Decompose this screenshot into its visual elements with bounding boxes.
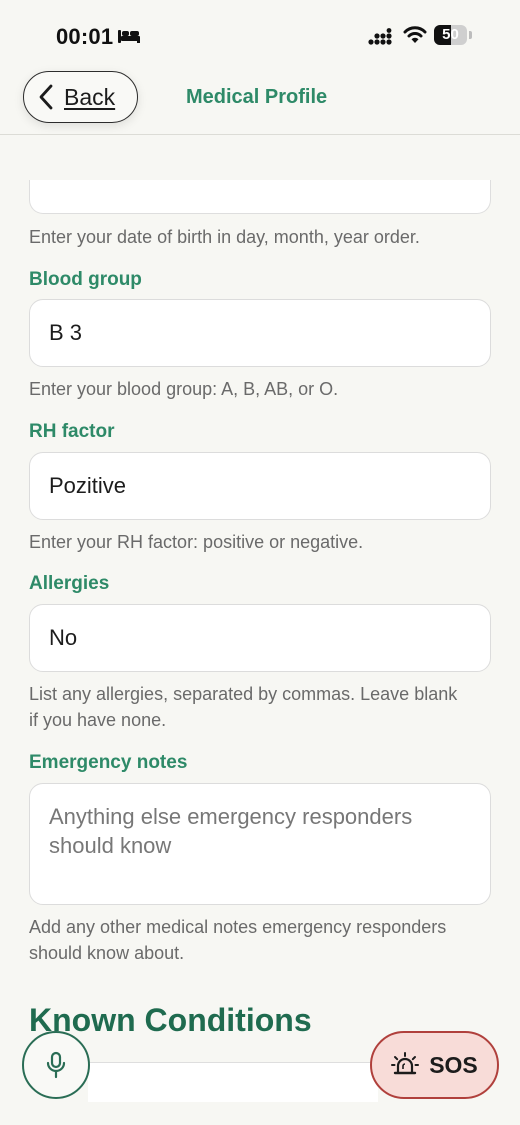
battery-level: 50: [442, 26, 459, 43]
emergency-notes-placeholder: Anything else emergency responders shoul…: [49, 804, 413, 858]
sos-button[interactable]: SOS: [370, 1031, 499, 1099]
rh-factor-label: RH factor: [29, 421, 115, 442]
battery-icon: 50: [434, 25, 472, 45]
blood-group-value: B 3: [49, 320, 83, 345]
rh-factor-help-text: Enter your RH factor: positive or negati…: [29, 532, 364, 552]
dob-help-text: Enter your date of birth in day, month, …: [29, 227, 420, 247]
emergency-notes-help-text: Add any other medical notes emergency re…: [29, 917, 447, 963]
siren-icon: [391, 1052, 420, 1075]
allergies-help-text: List any allergies, separated by commas.…: [29, 684, 458, 730]
status-time: 00:01: [56, 24, 114, 49]
known-conditions-card[interactable]: [88, 1062, 378, 1102]
signal-icon: [368, 28, 392, 45]
emergency-notes-label: Emergency notes: [29, 752, 188, 773]
bed-icon: [118, 30, 140, 43]
wifi-icon: [403, 26, 427, 43]
back-button[interactable]: Back: [23, 71, 138, 123]
status-bar: 00:01 50: [0, 0, 520, 66]
chevron-left-icon: [39, 84, 53, 110]
allergies-label: Allergies: [29, 573, 110, 594]
allergies-input[interactable]: No: [29, 604, 491, 672]
allergies-value: No: [49, 625, 78, 650]
known-conditions-heading: Known Conditions: [29, 1002, 312, 1038]
date-of-birth-field[interactable]: [29, 180, 491, 214]
header: Back Medical Profile: [0, 66, 520, 135]
blood-group-help-text: Enter your blood group: A, B, AB, or O.: [29, 379, 339, 399]
blood-group-input[interactable]: B 3: [29, 299, 491, 367]
microphone-button[interactable]: [22, 1031, 90, 1099]
medical-profile-screen: 00:01 50 Back Medical Profile Enter your…: [0, 0, 520, 1125]
sos-label: SOS: [429, 1051, 478, 1078]
microphone-icon: [46, 1051, 66, 1079]
emergency-notes-textarea[interactable]: Anything else emergency responders shoul…: [29, 783, 491, 905]
blood-group-label: Blood group: [29, 269, 142, 290]
page-title: Medical Profile: [186, 86, 328, 108]
rh-factor-value: Pozitive: [49, 473, 127, 498]
form-content: Enter your date of birth in day, month, …: [0, 136, 520, 1125]
rh-factor-input[interactable]: Pozitive: [29, 452, 491, 520]
back-label: Back: [64, 83, 116, 110]
